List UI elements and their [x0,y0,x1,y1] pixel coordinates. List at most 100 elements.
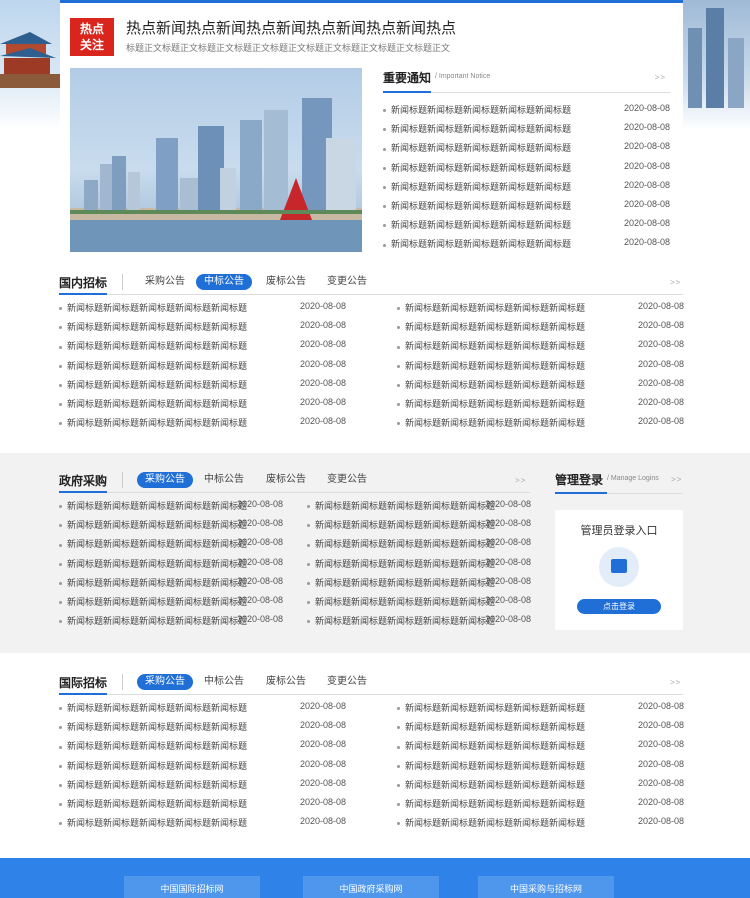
list-item[interactable]: 新闻标题新闻标题新闻标题新闻标题新闻标题 [59,378,247,391]
list-item-title[interactable]: 新闻标题新闻标题新闻标题新闻标题新闻标题 [67,341,247,351]
list-item[interactable]: 新闻标题新闻标题新闻标题新闻标题新闻标题 [397,720,585,733]
list-item-title[interactable]: 新闻标题新闻标题新闻标题新闻标题新闻标题 [67,597,247,607]
list-item[interactable]: 新闻标题新闻标题新闻标题新闻标题新闻标题 [397,320,585,333]
list-item[interactable]: 新闻标题新闻标题新闻标题新闻标题新闻标题 [397,359,585,372]
notice-item-title[interactable]: 新闻标题新闻标题新闻标题新闻标题新闻标题 [391,163,571,173]
list-item-title[interactable]: 新闻标题新闻标题新闻标题新闻标题新闻标题 [67,539,247,549]
list-item[interactable]: 新闻标题新闻标题新闻标题新闻标题新闻标题 [59,778,247,791]
list-item[interactable]: 新闻标题新闻标题新闻标题新闻标题新闻标题 [397,301,585,314]
list-item[interactable]: 新闻标题新闻标题新闻标题新闻标题新闻标题 [307,595,495,608]
list-item-title[interactable]: 新闻标题新闻标题新闻标题新闻标题新闻标题 [67,818,247,828]
notice-item[interactable]: 新闻标题新闻标题新闻标题新闻标题新闻标题 [383,218,571,231]
list-item[interactable]: 新闻标题新闻标题新闻标题新闻标题新闻标题 [59,759,247,772]
list-item[interactable]: 新闻标题新闻标题新闻标题新闻标题新闻标题 [307,537,495,550]
list-item-title[interactable]: 新闻标题新闻标题新闻标题新闻标题新闻标题 [405,341,585,351]
list-item-title[interactable]: 新闻标题新闻标题新闻标题新闻标题新闻标题 [67,799,247,809]
list-item-title[interactable]: 新闻标题新闻标题新闻标题新闻标题新闻标题 [405,361,585,371]
list-item[interactable]: 新闻标题新闻标题新闻标题新闻标题新闻标题 [59,816,247,829]
list-item-title[interactable]: 新闻标题新闻标题新闻标题新闻标题新闻标题 [67,616,247,626]
list-item[interactable]: 新闻标题新闻标题新闻标题新闻标题新闻标题 [59,537,247,550]
list-item[interactable]: 新闻标题新闻标题新闻标题新闻标题新闻标题 [59,339,247,352]
list-item[interactable]: 新闻标题新闻标题新闻标题新闻标题新闻标题 [397,378,585,391]
list-item-title[interactable]: 新闻标题新闻标题新闻标题新闻标题新闻标题 [67,399,247,409]
list-item-title[interactable]: 新闻标题新闻标题新闻标题新闻标题新闻标题 [67,741,247,751]
list-item-title[interactable]: 新闻标题新闻标题新闻标题新闻标题新闻标题 [315,597,495,607]
list-item[interactable]: 新闻标题新闻标题新闻标题新闻标题新闻标题 [397,797,585,810]
list-item[interactable]: 新闻标题新闻标题新闻标题新闻标题新闻标题 [59,397,247,410]
tab-award[interactable]: 中标公告 [196,674,252,690]
list-item-title[interactable]: 新闻标题新闻标题新闻标题新闻标题新闻标题 [67,761,247,771]
notice-item-title[interactable]: 新闻标题新闻标题新闻标题新闻标题新闻标题 [391,220,571,230]
list-item-title[interactable]: 新闻标题新闻标题新闻标题新闻标题新闻标题 [405,799,585,809]
list-item-title[interactable]: 新闻标题新闻标题新闻标题新闻标题新闻标题 [405,818,585,828]
list-item-title[interactable]: 新闻标题新闻标题新闻标题新闻标题新闻标题 [67,303,247,313]
notice-item-title[interactable]: 新闻标题新闻标题新闻标题新闻标题新闻标题 [391,239,571,249]
list-item[interactable]: 新闻标题新闻标题新闻标题新闻标题新闻标题 [59,557,247,570]
hot-news-title[interactable]: 热点新闻热点新闻热点新闻热点新闻热点新闻热点 [126,17,456,38]
list-item-title[interactable]: 新闻标题新闻标题新闻标题新闻标题新闻标题 [67,418,247,428]
list-item-title[interactable]: 新闻标题新闻标题新闻标题新闻标题新闻标题 [405,418,585,428]
list-item[interactable]: 新闻标题新闻标题新闻标题新闻标题新闻标题 [59,576,247,589]
list-item-title[interactable]: 新闻标题新闻标题新闻标题新闻标题新闻标题 [67,703,247,713]
list-item-title[interactable]: 新闻标题新闻标题新闻标题新闻标题新闻标题 [67,322,247,332]
list-item-title[interactable]: 新闻标题新闻标题新闻标题新闻标题新闻标题 [67,578,247,588]
footer-link-procurement-bidding[interactable]: 中国采购与招标网 [478,876,614,898]
list-item-title[interactable]: 新闻标题新闻标题新闻标题新闻标题新闻标题 [67,520,247,530]
list-item[interactable]: 新闻标题新闻标题新闻标题新闻标题新闻标题 [59,416,247,429]
tab-void[interactable]: 废标公告 [258,472,314,488]
notice-item[interactable]: 新闻标题新闻标题新闻标题新闻标题新闻标题 [383,141,571,154]
tab-change[interactable]: 变更公告 [319,472,375,488]
notice-item-title[interactable]: 新闻标题新闻标题新闻标题新闻标题新闻标题 [391,105,571,115]
list-item-title[interactable]: 新闻标题新闻标题新闻标题新闻标题新闻标题 [405,780,585,790]
notice-more-link[interactable]: >> [655,73,666,82]
list-item[interactable]: 新闻标题新闻标题新闻标题新闻标题新闻标题 [397,416,585,429]
list-item-title[interactable]: 新闻标题新闻标题新闻标题新闻标题新闻标题 [405,741,585,751]
list-item[interactable]: 新闻标题新闻标题新闻标题新闻标题新闻标题 [59,301,247,314]
list-item-title[interactable]: 新闻标题新闻标题新闻标题新闻标题新闻标题 [67,380,247,390]
tab-purchase[interactable]: 采购公告 [137,674,193,690]
tab-change[interactable]: 变更公告 [319,674,375,690]
list-item-title[interactable]: 新闻标题新闻标题新闻标题新闻标题新闻标题 [315,520,495,530]
list-item[interactable]: 新闻标题新闻标题新闻标题新闻标题新闻标题 [59,797,247,810]
section-more-link[interactable]: >> [670,678,681,687]
list-item-title[interactable]: 新闻标题新闻标题新闻标题新闻标题新闻标题 [315,501,495,511]
notice-item[interactable]: 新闻标题新闻标题新闻标题新闻标题新闻标题 [383,180,571,193]
notice-item[interactable]: 新闻标题新闻标题新闻标题新闻标题新闻标题 [383,161,571,174]
tab-purchase[interactable]: 采购公告 [137,472,193,488]
list-item[interactable]: 新闻标题新闻标题新闻标题新闻标题新闻标题 [59,595,247,608]
section-more-link[interactable]: >> [515,476,526,485]
list-item[interactable]: 新闻标题新闻标题新闻标题新闻标题新闻标题 [397,339,585,352]
notice-item-title[interactable]: 新闻标题新闻标题新闻标题新闻标题新闻标题 [391,143,571,153]
tab-void[interactable]: 废标公告 [258,274,314,290]
list-item[interactable]: 新闻标题新闻标题新闻标题新闻标题新闻标题 [59,320,247,333]
tab-award[interactable]: 中标公告 [196,274,252,290]
list-item-title[interactable]: 新闻标题新闻标题新闻标题新闻标题新闻标题 [315,559,495,569]
list-item[interactable]: 新闻标题新闻标题新闻标题新闻标题新闻标题 [397,816,585,829]
notice-item-title[interactable]: 新闻标题新闻标题新闻标题新闻标题新闻标题 [391,201,571,211]
list-item-title[interactable]: 新闻标题新闻标题新闻标题新闻标题新闻标题 [67,559,247,569]
list-item-title[interactable]: 新闻标题新闻标题新闻标题新闻标题新闻标题 [405,303,585,313]
list-item[interactable]: 新闻标题新闻标题新闻标题新闻标题新闻标题 [397,397,585,410]
list-item[interactable]: 新闻标题新闻标题新闻标题新闻标题新闻标题 [59,499,247,512]
list-item[interactable]: 新闻标题新闻标题新闻标题新闻标题新闻标题 [307,557,495,570]
list-item[interactable]: 新闻标题新闻标题新闻标题新闻标题新闻标题 [307,499,495,512]
list-item-title[interactable]: 新闻标题新闻标题新闻标题新闻标题新闻标题 [67,722,247,732]
tab-purchase[interactable]: 采购公告 [137,274,193,290]
list-item[interactable]: 新闻标题新闻标题新闻标题新闻标题新闻标题 [397,701,585,714]
list-item-title[interactable]: 新闻标题新闻标题新闻标题新闻标题新闻标题 [405,322,585,332]
list-item[interactable]: 新闻标题新闻标题新闻标题新闻标题新闻标题 [59,720,247,733]
list-item[interactable]: 新闻标题新闻标题新闻标题新闻标题新闻标题 [59,359,247,372]
footer-link-intl-bidding[interactable]: 中国国际招标网 [124,876,260,898]
footer-link-gov-procurement[interactable]: 中国政府采购网 [303,876,439,898]
login-more-link[interactable]: >> [671,475,682,484]
list-item-title[interactable]: 新闻标题新闻标题新闻标题新闻标题新闻标题 [405,703,585,713]
list-item[interactable]: 新闻标题新闻标题新闻标题新闻标题新闻标题 [59,614,247,627]
list-item[interactable]: 新闻标题新闻标题新闻标题新闻标题新闻标题 [59,701,247,714]
login-button[interactable]: 点击登录 [577,599,661,614]
list-item-title[interactable]: 新闻标题新闻标题新闻标题新闻标题新闻标题 [315,539,495,549]
list-item[interactable]: 新闻标题新闻标题新闻标题新闻标题新闻标题 [307,576,495,589]
list-item-title[interactable]: 新闻标题新闻标题新闻标题新闻标题新闻标题 [67,780,247,790]
notice-item-title[interactable]: 新闻标题新闻标题新闻标题新闻标题新闻标题 [391,182,571,192]
notice-item[interactable]: 新闻标题新闻标题新闻标题新闻标题新闻标题 [383,103,571,116]
section-more-link[interactable]: >> [670,278,681,287]
